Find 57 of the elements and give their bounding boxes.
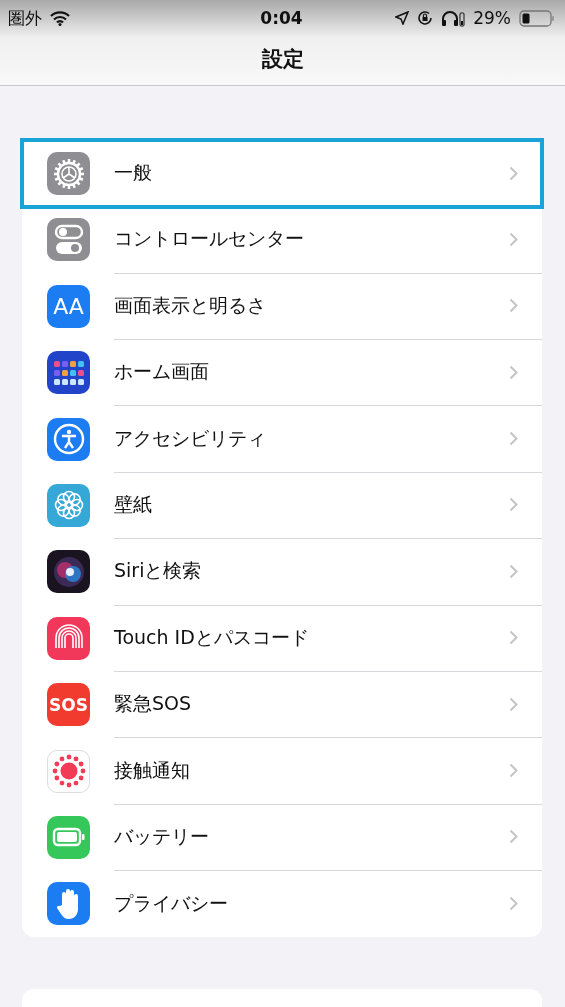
flower-icon [47,484,90,527]
row-label: 接触通知 [114,757,190,783]
page-title: 設定 [261,45,304,73]
settings-row[interactable]: AA 画面表示と明るさ [22,273,542,340]
settings-row[interactable]: 壁紙 [22,472,542,539]
row-label: コントロールセンター [114,226,304,252]
chevron-icon [509,563,518,579]
orb-icon [47,550,90,594]
gear-icon [47,152,90,196]
chevron-icon [509,298,518,314]
settings-row[interactable]: アクセシビリティ [22,405,542,473]
chevron-icon [509,431,518,447]
row-label: 一般 [114,160,152,186]
settings-row[interactable]: プライバシー [22,870,542,938]
settings-row[interactable]: ホーム画面 [22,339,542,406]
chevron-icon [509,364,518,380]
chevron-icon [509,896,518,912]
toggles-icon [47,218,90,262]
battery-icon [47,815,90,859]
location-arrow-icon [395,11,410,25]
row-label: ホーム画面 [114,359,209,385]
hand-icon [47,882,90,926]
clock-time: 0:04 [260,8,303,28]
chevron-icon [509,630,518,646]
settings-row[interactable]: バッテリー [22,804,542,871]
carrier-text: 圏外 [8,6,42,30]
row-label: 画面表示と明るさ [114,292,266,318]
row-label: 緊急SOS [114,691,192,717]
accessibility-icon [47,417,90,461]
sos-icon: SOS [47,683,90,727]
row-label: バッテリー [114,823,209,849]
chevron-icon [509,497,518,513]
settings-row[interactable]: Siriと検索 [22,538,542,606]
headphones-icon [441,9,466,27]
text-size-icon: AA [47,284,90,328]
app-grid-icon [47,351,90,395]
chevron-icon [509,165,518,181]
row-label: Siriと検索 [114,558,202,584]
settings-row[interactable]: 一般 [22,140,542,207]
battery-icon [519,9,555,27]
wifi-icon [50,10,70,26]
chevron-icon [509,763,518,779]
chevron-icon [509,231,518,247]
settings-row[interactable]: 接触通知 [22,737,542,805]
row-label: プライバシー [114,890,228,916]
row-label: Touch IDとパスコード [114,624,309,650]
row-label: 壁紙 [114,492,152,517]
chevron-icon [509,696,518,712]
battery-percent: 29% [473,8,511,28]
settings-row[interactable]: Touch IDとパスコード [22,605,542,672]
settings-row[interactable]: コントロールセンター [22,206,542,274]
dotted-sun-icon [47,749,90,793]
chevron-icon [509,829,518,845]
fingerprint-icon [47,616,90,660]
rotation-lock-icon [417,10,434,26]
row-label: アクセシビリティ [114,425,266,451]
settings-row[interactable]: SOS 緊急SOS [22,671,542,738]
